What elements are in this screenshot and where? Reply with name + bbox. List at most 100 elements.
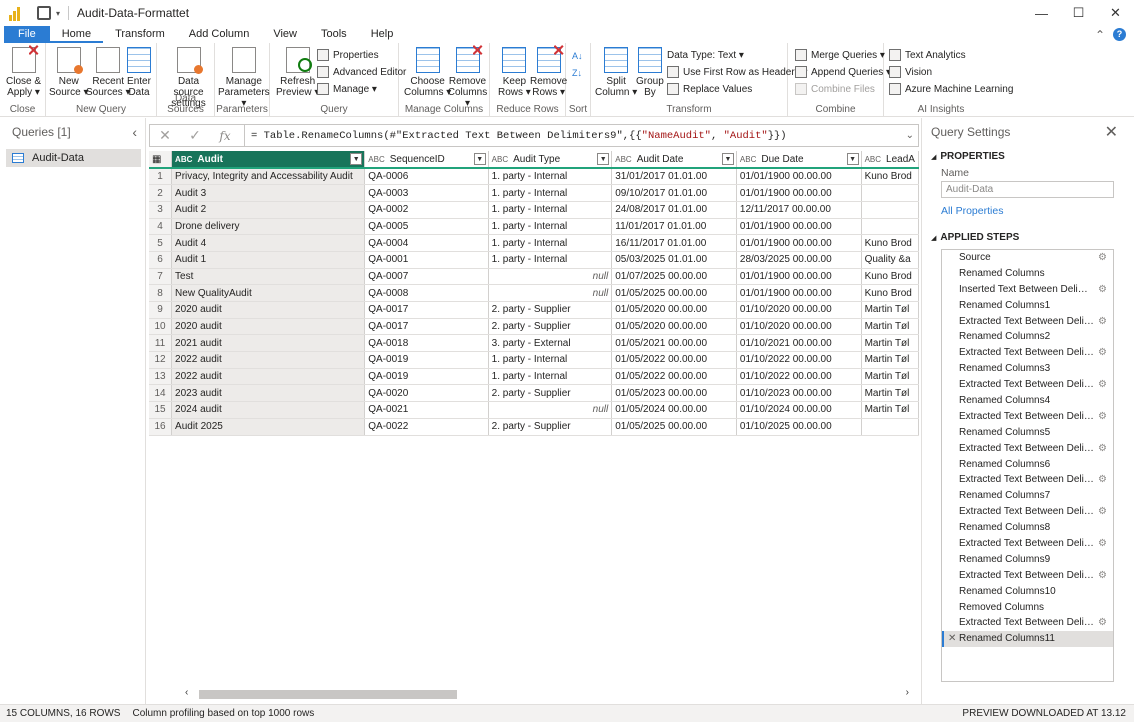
- step-settings-gear-icon[interactable]: ⚙: [1098, 441, 1107, 457]
- table-cell[interactable]: 12/11/2017 00.00.00: [736, 201, 862, 219]
- applied-step[interactable]: Extracted Text Between Delim... ⚙: [942, 472, 1113, 488]
- row-number[interactable]: 6: [149, 251, 173, 269]
- table-cell[interactable]: 01/10/2025 00.00.00: [736, 418, 862, 436]
- table-cell[interactable]: Martin Tøl: [861, 334, 919, 353]
- table-cell[interactable]: 1. party - Internal: [488, 351, 613, 369]
- table-cell[interactable]: 2023 audit: [171, 384, 366, 403]
- split-column-button[interactable]: Split Column ▾: [595, 47, 637, 98]
- table-cell[interactable]: null: [488, 268, 613, 286]
- column-header[interactable]: ABC Audit Date ▼: [611, 151, 737, 169]
- filter-dropdown-icon[interactable]: ▼: [473, 153, 486, 165]
- table-cell[interactable]: 2. party - Supplier: [488, 418, 613, 436]
- table-cell[interactable]: 1. party - Internal: [488, 184, 613, 202]
- applied-step[interactable]: Renamed Columns6: [942, 457, 1113, 473]
- column-header[interactable]: ABC Audit ▼: [171, 151, 366, 169]
- table-cell[interactable]: QA-0022: [364, 418, 489, 436]
- table-cell[interactable]: 2. party - Supplier: [488, 318, 613, 336]
- row-number[interactable]: 7: [149, 268, 173, 286]
- azure-ml-button[interactable]: Azure Machine Learning: [889, 81, 1013, 97]
- filter-dropdown-icon[interactable]: ▼: [597, 153, 610, 165]
- applied-step[interactable]: Extracted Text Between Delim... ⚙: [942, 441, 1113, 457]
- table-cell[interactable]: 01/05/2025 00.00.00: [611, 418, 737, 436]
- expand-formula-icon[interactable]: ⌄: [906, 130, 914, 141]
- table-cell[interactable]: 2024 audit: [171, 401, 366, 419]
- table-cell[interactable]: 01/10/2024 00.00.00: [736, 401, 862, 419]
- text-type-icon[interactable]: ABC: [865, 155, 881, 164]
- group-by-button[interactable]: Group By: [636, 47, 664, 98]
- applied-step[interactable]: Extracted Text Between Delim... ⚙: [942, 314, 1113, 330]
- table-cell[interactable]: 1. party - Internal: [488, 218, 613, 236]
- delete-step-icon[interactable]: ✕: [948, 631, 956, 647]
- all-properties-link[interactable]: All Properties: [941, 205, 1003, 217]
- table-cell[interactable]: 01/07/2025 00.00.00: [611, 268, 737, 286]
- step-settings-gear-icon[interactable]: ⚙: [1098, 282, 1107, 298]
- table-cell[interactable]: QA-0007: [364, 268, 489, 286]
- text-type-icon[interactable]: ABC: [740, 155, 756, 164]
- applied-step[interactable]: Extracted Text Between Delim... ⚙: [942, 568, 1113, 584]
- applied-step[interactable]: Renamed Columns1: [942, 298, 1113, 314]
- column-header[interactable]: ABC LeadA: [861, 151, 919, 169]
- table-cell[interactable]: 01/01/1900 00.00.00: [736, 234, 862, 252]
- table-cell[interactable]: 2020 audit: [171, 318, 366, 336]
- step-settings-gear-icon[interactable]: ⚙: [1098, 314, 1107, 330]
- table-cell[interactable]: 01/01/1900 00.00.00: [736, 284, 862, 302]
- table-cell[interactable]: 1. party - Internal: [488, 251, 613, 269]
- table-cell[interactable]: 11/01/2017 01.01.00: [611, 218, 737, 236]
- table-cell[interactable]: Audit 3: [171, 184, 366, 202]
- table-cell[interactable]: New QualityAudit: [171, 284, 366, 302]
- collapse-queries-icon[interactable]: ‹: [132, 124, 137, 140]
- maximize-button[interactable]: ☐: [1060, 0, 1097, 26]
- applied-step[interactable]: Removed Columns: [942, 600, 1113, 616]
- row-number[interactable]: 9: [149, 301, 173, 319]
- sort-descending-icon[interactable]: Z↓: [572, 65, 582, 81]
- table-cell[interactable]: Martin Tøl: [861, 318, 919, 336]
- table-cell[interactable]: 01/10/2020 00.00.00: [736, 301, 862, 319]
- text-type-icon[interactable]: ABC: [368, 155, 384, 164]
- row-number[interactable]: 11: [149, 334, 173, 353]
- row-number[interactable]: 12: [149, 351, 173, 369]
- table-cell[interactable]: null: [488, 284, 613, 302]
- table-cell[interactable]: 01/01/1900 00.00.00: [736, 268, 862, 286]
- row-number[interactable]: 2: [149, 184, 173, 202]
- new-source-button[interactable]: New Source ▾: [49, 47, 88, 98]
- fx-icon[interactable]: fx: [210, 129, 240, 143]
- table-cell[interactable]: QA-0018: [364, 334, 489, 353]
- row-number[interactable]: 16: [149, 418, 173, 436]
- table-cell[interactable]: 1. party - Internal: [488, 168, 613, 186]
- save-icon[interactable]: [37, 6, 51, 20]
- tab-transform[interactable]: Transform: [103, 26, 177, 43]
- table-cell[interactable]: Audit 2025: [171, 418, 366, 436]
- table-menu-icon[interactable]: ▦: [149, 151, 173, 169]
- text-type-icon[interactable]: ABC: [615, 155, 631, 164]
- table-cell[interactable]: Kuno Brod: [861, 268, 919, 286]
- table-cell[interactable]: 2020 audit: [171, 301, 366, 319]
- applied-step[interactable]: Renamed Columns10: [942, 584, 1113, 600]
- table-cell[interactable]: Martin Tøl: [861, 351, 919, 369]
- cancel-formula-icon[interactable]: ✕: [150, 127, 180, 144]
- combine-files-button[interactable]: Combine Files: [795, 81, 875, 97]
- table-cell[interactable]: Kuno Brod: [861, 168, 919, 186]
- table-cell[interactable]: 01/01/1900 00.00.00: [736, 218, 862, 236]
- table-cell[interactable]: Test: [171, 268, 366, 286]
- query-name-input[interactable]: Audit-Data: [941, 181, 1114, 198]
- applied-step[interactable]: Renamed Columns: [942, 266, 1113, 282]
- table-cell[interactable]: 3. party - External: [488, 334, 613, 353]
- table-cell[interactable]: QA-0001: [364, 251, 489, 269]
- table-cell[interactable]: 01/01/1900 00.00.00: [736, 168, 862, 186]
- table-cell[interactable]: 28/03/2025 00.00.00: [736, 251, 862, 269]
- applied-step[interactable]: Extracted Text Between Delim... ⚙: [942, 345, 1113, 361]
- table-cell[interactable]: 2022 audit: [171, 351, 366, 369]
- manage-button[interactable]: Manage ▾: [317, 81, 377, 97]
- applied-step[interactable]: Inserted Text Between Delimit... ⚙: [942, 282, 1113, 298]
- table-cell[interactable]: 2022 audit: [171, 368, 366, 386]
- table-cell[interactable]: 01/10/2020 00.00.00: [736, 318, 862, 336]
- quick-access-dropdown-icon[interactable]: ▾: [56, 9, 60, 18]
- close-apply-button[interactable]: Close & Apply ▾: [6, 47, 41, 98]
- table-cell[interactable]: QA-0005: [364, 218, 489, 236]
- table-cell[interactable]: Martin Tøl: [861, 401, 919, 419]
- applied-step[interactable]: Renamed Columns4: [942, 393, 1113, 409]
- text-type-icon[interactable]: ABC: [492, 155, 508, 164]
- row-number[interactable]: 15: [149, 401, 173, 419]
- text-analytics-button[interactable]: Text Analytics: [889, 47, 966, 63]
- properties-button[interactable]: Properties: [317, 47, 379, 63]
